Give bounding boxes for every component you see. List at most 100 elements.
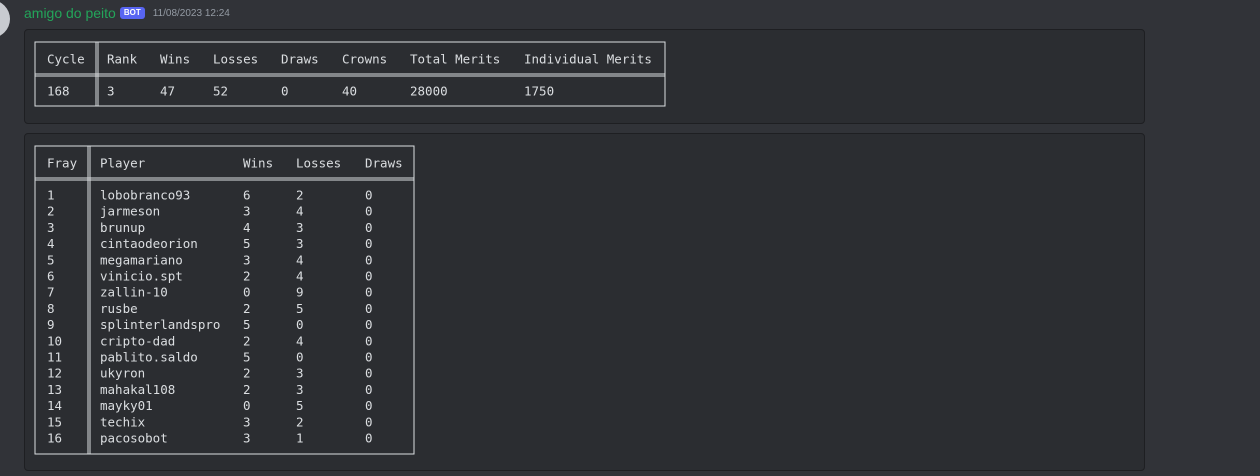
table-cell: 0 [365, 269, 373, 284]
code-block-cycle-summary: Cycle Rank Wins Losses Draws Crowns Total Meri… [24, 29, 1145, 124]
table-cell: jarmeson [100, 204, 160, 219]
table-cell: 3 [47, 220, 55, 235]
avatar[interactable] [0, 0, 10, 38]
table-cell: 1750 [524, 84, 554, 99]
table-row: 15 techix 3 2 0 [47, 414, 373, 429]
table-cell: 3 [296, 382, 304, 397]
table-row: 13 mahakal108 2 3 0 [47, 382, 373, 397]
table-cell: 2 [296, 188, 304, 203]
table-cell: 5 [296, 301, 304, 316]
table-cell: 4 [296, 269, 304, 284]
table-row: 1 lobobranco93 6 2 0 [47, 188, 373, 203]
table-cell: vinicio.spt [100, 269, 183, 284]
table-cell: 2 [243, 366, 251, 381]
table-cell: cripto-dad [100, 333, 175, 348]
table-cell: 14 [47, 398, 62, 413]
table-cell: lobobranco93 [100, 188, 190, 203]
table-row: 16 pacosobot 3 1 0 [47, 431, 373, 446]
table-cell: techix [100, 414, 146, 429]
table-row: 5 megamariano 3 4 0 [47, 252, 373, 267]
table-row: 7 zallin-10 0 9 0 [47, 285, 373, 300]
table-cell: 6 [243, 188, 251, 203]
table-cell: 4 [296, 333, 304, 348]
table-cell: 4 [47, 236, 55, 251]
table-cell: 0 [365, 204, 373, 219]
table1-header-cycle: Cycle [47, 52, 85, 67]
table-cell: 16 [47, 431, 62, 446]
table-cell: 0 [296, 350, 304, 365]
table-cell: 5 [243, 317, 251, 332]
table-cell: 4 [296, 252, 304, 267]
table-cell: 5 [296, 398, 304, 413]
table-cell: 0 [365, 301, 373, 316]
table-cell: 0 [365, 285, 373, 300]
table-cell: 0 [365, 252, 373, 267]
table-cell: 11 [47, 350, 62, 365]
table-cell: 3 [296, 366, 304, 381]
table-cell: pacosobot [100, 431, 168, 446]
table-cell: 6 [47, 269, 55, 284]
timestamp[interactable]: 11/08/2023 12:24 [153, 8, 230, 19]
table-row: 168 3 47 52 0 40 28000 1750 [47, 84, 554, 99]
table-cell: 15 [47, 414, 62, 429]
table-cell: 47 [160, 84, 175, 99]
table-cell: 13 [47, 382, 62, 397]
table-cell: 1 [296, 431, 304, 446]
table-cell: 9 [296, 285, 304, 300]
cycle-summary-table: Cycle Rank Wins Losses Draws Crowns Total Meri… [34, 41, 666, 107]
table-cell: 7 [47, 285, 55, 300]
table-cell: 0 [365, 317, 373, 332]
table-cell: 0 [296, 317, 304, 332]
table-cell: 3 [243, 252, 251, 267]
table2-header-player: Player [100, 156, 146, 171]
table-cell: zallin-10 [100, 285, 168, 300]
table-cell: 3 [296, 220, 304, 235]
table2-header-wins: Wins [243, 156, 273, 171]
table-cell: 8 [47, 301, 55, 316]
username[interactable]: amigo do peito [24, 5, 116, 21]
table-cell: 3 [243, 204, 251, 219]
table-cell: megamariano [100, 252, 183, 267]
table1-header-losses: Losses [213, 52, 258, 67]
table1-header-draws: Draws [281, 52, 319, 67]
table-cell: 3 [243, 431, 251, 446]
table-row: 10 cripto-dad 2 4 0 [47, 333, 373, 348]
table-row: 12 ukyron 2 3 0 [47, 366, 373, 381]
table2-border [34, 145, 415, 455]
table-cell: 5 [243, 236, 251, 251]
table-cell: 0 [281, 84, 289, 99]
table-cell: 10 [47, 333, 62, 348]
table1-header-rank: Rank [107, 52, 138, 67]
table-cell: brunup [100, 220, 145, 235]
table-row: 2 jarmeson 3 4 0 [47, 204, 373, 219]
table-cell: 0 [243, 285, 251, 300]
table-cell: 40 [342, 84, 357, 99]
table-cell: splinterlandspro [100, 317, 220, 332]
code-block-fray-results: Fray Player Wins Losses Draws 1 lobobranco93 6 2… [24, 133, 1145, 471]
table-row: 11 pablito.saldo 5 0 0 [47, 350, 373, 365]
table-row: 8 rusbe 2 5 0 [47, 301, 373, 316]
table-cell: 9 [47, 317, 55, 332]
table-cell: 2 [243, 382, 251, 397]
table-cell: 0 [365, 350, 373, 365]
table-cell: mahakal108 [100, 382, 175, 397]
table-row: 9 splinterlandspro 5 0 0 [47, 317, 373, 332]
table-cell: mayky01 [100, 398, 153, 413]
table2-header-draws: Draws [365, 156, 403, 171]
table-cell: 2 [243, 301, 251, 316]
table-cell: 3 [296, 236, 304, 251]
table1-header-individual-merits: Individual Merits [524, 52, 652, 67]
table-cell: 12 [47, 366, 62, 381]
table-row: 6 vinicio.spt 2 4 0 [47, 269, 373, 284]
table-cell: 2 [47, 204, 55, 219]
table-row: 3 brunup 4 3 0 [47, 220, 373, 235]
table-cell: 0 [365, 431, 373, 446]
table-row: 14 mayky01 0 5 0 [47, 398, 373, 413]
table-cell: 0 [365, 236, 373, 251]
table-row: 4 cintaodeorion 5 3 0 [47, 236, 373, 251]
table-cell: 0 [243, 398, 251, 413]
table-cell: pablito.saldo [100, 350, 198, 365]
table-cell: cintaodeorion [100, 236, 198, 251]
table-cell: 3 [243, 414, 251, 429]
table-cell: 52 [213, 84, 228, 99]
